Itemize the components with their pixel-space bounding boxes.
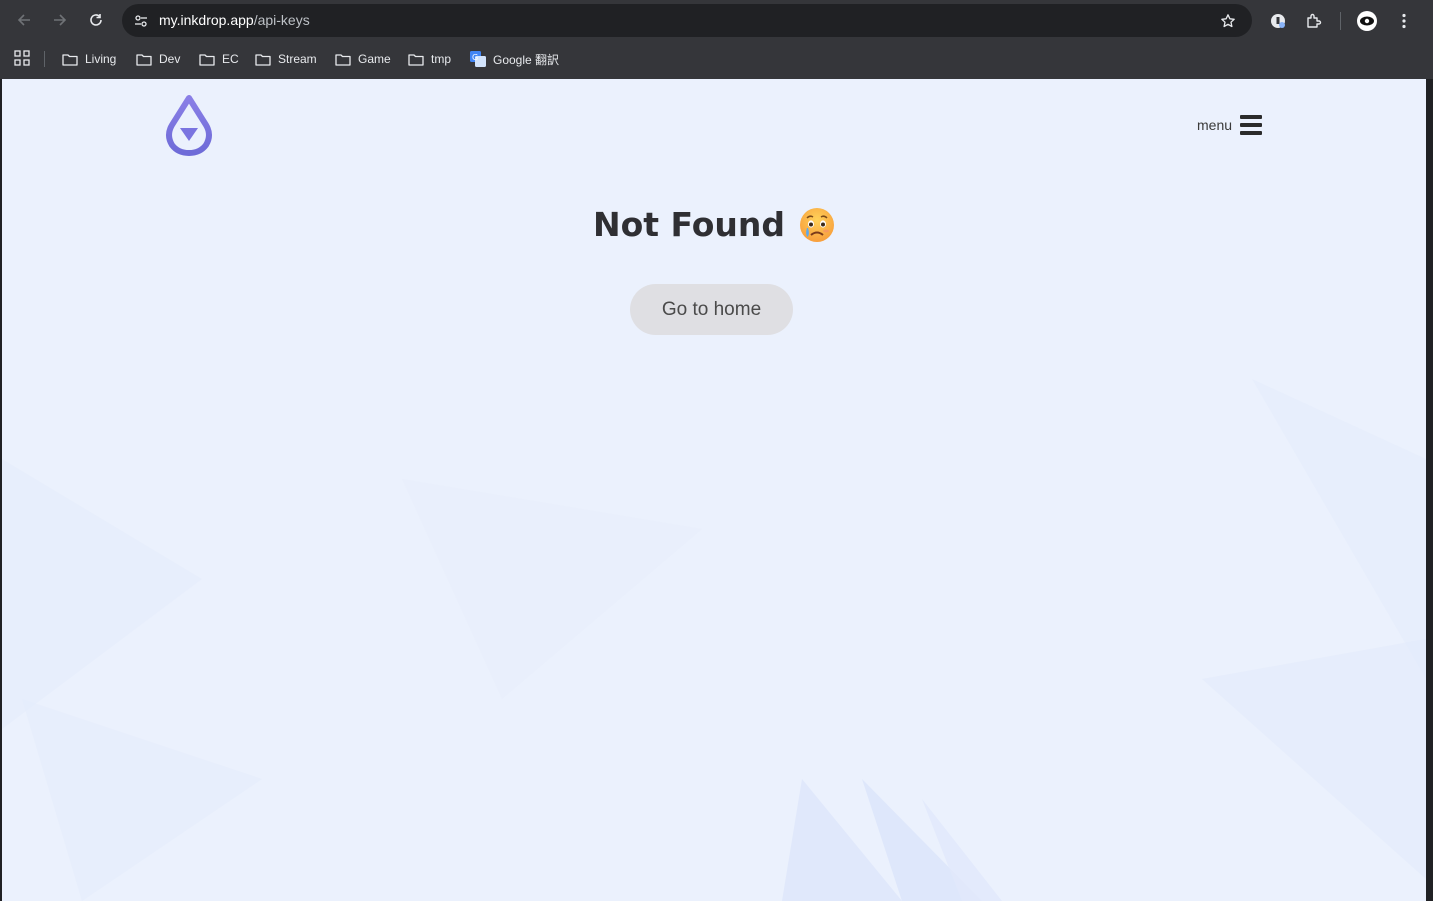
cry-face-emoji-icon	[799, 207, 835, 243]
bookmark-folder-ec[interactable]: EC	[199, 50, 239, 68]
extensions-icon[interactable]	[1303, 10, 1325, 32]
back-icon[interactable]	[12, 8, 36, 32]
background-pattern	[2, 379, 1426, 901]
forward-icon[interactable]	[48, 8, 72, 32]
folder-icon	[255, 53, 271, 66]
folder-icon	[335, 53, 351, 66]
reload-icon[interactable]	[84, 8, 108, 32]
url-host: my.inkdrop.app	[159, 12, 254, 28]
bookmark-google-translate[interactable]: G Google 翻訳	[470, 50, 559, 68]
bookmark-folder-living[interactable]: Living	[62, 50, 116, 68]
browser-menu-icon[interactable]	[1393, 10, 1415, 32]
browser-toolbar: my.inkdrop.app/api-keys	[0, 0, 1433, 42]
folder-icon	[62, 53, 78, 66]
hamburger-icon	[1240, 115, 1263, 135]
google-translate-icon: G	[470, 51, 486, 67]
folder-icon	[199, 53, 215, 66]
bookmark-label: EC	[222, 52, 239, 66]
profile-avatar-icon[interactable]	[1356, 10, 1378, 32]
bookmark-folder-tmp[interactable]: tmp	[408, 50, 451, 68]
bookmark-folder-dev[interactable]: Dev	[136, 50, 180, 68]
page-title: Not Found	[2, 205, 1426, 244]
page-viewport: menu Not Found Go to home	[2, 79, 1426, 901]
apps-grid-icon[interactable]	[14, 50, 32, 68]
address-bar[interactable]: my.inkdrop.app/api-keys	[122, 4, 1252, 37]
bookmark-label: Living	[85, 52, 117, 66]
bookmark-label: tmp	[431, 52, 452, 66]
svg-text:G: G	[472, 53, 478, 62]
bookmark-label: Dev	[159, 52, 181, 66]
go-to-home-button[interactable]: Go to home	[630, 284, 793, 335]
toolbar-separator	[1340, 12, 1341, 30]
bookmark-label: Stream	[278, 52, 317, 66]
url-path: /api-keys	[253, 12, 310, 28]
page-title-text: Not Found	[592, 205, 786, 244]
bookmark-label: Google 翻訳	[493, 52, 560, 67]
bookmark-folder-game[interactable]: Game	[335, 50, 391, 68]
browser-chrome: my.inkdrop.app/api-keys Living Dev EC St…	[0, 0, 1433, 79]
bookmark-label: Game	[358, 52, 391, 66]
menu-button[interactable]: menu	[1197, 115, 1263, 135]
window-edge	[1426, 79, 1433, 901]
password-manager-icon[interactable]	[1267, 10, 1289, 32]
url-text: my.inkdrop.app/api-keys	[159, 12, 310, 28]
menu-label: menu	[1197, 117, 1233, 133]
folder-icon	[408, 53, 424, 66]
bookmark-star-icon[interactable]	[1218, 11, 1238, 31]
bookmark-folder-stream[interactable]: Stream	[255, 50, 317, 68]
bookmarks-bar: Living Dev EC Stream Game tmp G Google 翻…	[0, 42, 1433, 76]
folder-icon	[136, 53, 152, 66]
bookmarks-separator	[44, 51, 45, 67]
site-info-icon[interactable]	[130, 10, 152, 32]
inkdrop-logo-icon[interactable]	[162, 95, 216, 157]
